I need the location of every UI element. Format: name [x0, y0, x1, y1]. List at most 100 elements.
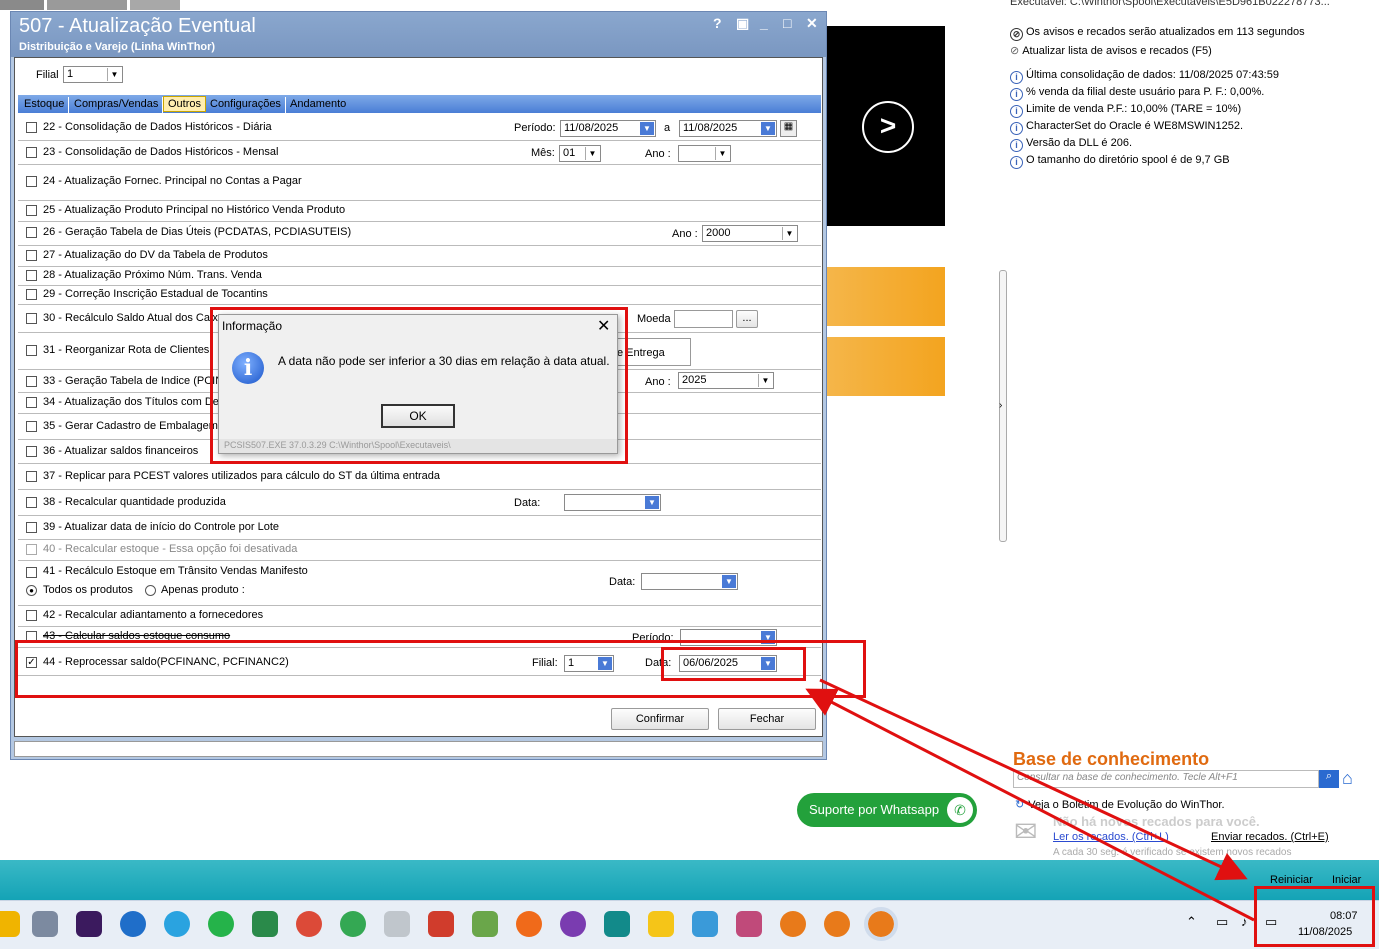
option-22-label: 22 - Consolidação de Dados Históricos - …: [43, 121, 272, 133]
app-icon[interactable]: [692, 911, 718, 937]
data-41-select[interactable]: ▼: [641, 573, 738, 590]
status-bar: [14, 741, 823, 757]
refresh-link[interactable]: ⊘ Atualizar lista de avisos e recados (F5…: [1010, 44, 1212, 57]
radio-specific-product[interactable]: [145, 585, 156, 596]
whatsapp-label: Suporte por Whatsapp: [809, 802, 940, 817]
calendar-icon[interactable]: ▦: [780, 120, 797, 137]
whatsapp-app-icon[interactable]: [208, 911, 234, 937]
option-27-checkbox[interactable]: [26, 250, 37, 261]
info-item: i CharacterSet do Oracle é WE8MSWIN1252.: [1010, 120, 1243, 135]
option-33-checkbox[interactable]: [26, 376, 37, 387]
option-23-checkbox[interactable]: [26, 147, 37, 158]
ano-2000-select[interactable]: 2000 ▼: [702, 225, 798, 242]
compass-icon[interactable]: [516, 911, 542, 937]
radio-all-products[interactable]: ●: [26, 585, 37, 596]
winthor-icon[interactable]: [864, 907, 898, 941]
mes-select[interactable]: 01 ▼: [559, 145, 601, 162]
ano-label: Ano :: [672, 228, 698, 240]
option-36-checkbox[interactable]: [26, 446, 37, 457]
minimize-icon[interactable]: _: [760, 15, 768, 31]
star-icon[interactable]: [648, 911, 674, 937]
remote-desktop-icon[interactable]: [384, 911, 410, 937]
chevron-up-icon[interactable]: ⌃: [1186, 914, 1197, 930]
periodo-from-date[interactable]: 11/08/2025 ▼: [560, 120, 656, 137]
moeda-input[interactable]: [674, 310, 733, 328]
tab-outros[interactable]: Outros: [163, 96, 207, 112]
ano-2025-select[interactable]: 2025 ▼: [678, 372, 774, 389]
option-42-checkbox[interactable]: [26, 610, 37, 621]
option-31-checkbox[interactable]: [26, 345, 37, 356]
heart-app-icon[interactable]: [76, 911, 102, 937]
app-icon[interactable]: [472, 911, 498, 937]
read-messages-link[interactable]: Ler os recados. (Ctrl+L): [1053, 831, 1169, 843]
periodo-to-date[interactable]: 11/08/2025 ▼: [679, 120, 777, 137]
telegram-icon[interactable]: [164, 911, 190, 937]
tab-configuracoes[interactable]: Configurações: [206, 97, 286, 113]
option-41-checkbox[interactable]: [26, 567, 37, 578]
chevron-right-icon[interactable]: ›: [999, 400, 1002, 411]
chrome-icon[interactable]: [340, 911, 366, 937]
whatsapp-support-button[interactable]: Suporte por Whatsapp ✆: [797, 793, 977, 827]
chevron-down-icon[interactable]: ▼: [715, 147, 729, 160]
send-messages-link[interactable]: Enviar recados. (Ctrl+E): [1211, 831, 1329, 843]
search-icon[interactable]: ⌕: [1319, 770, 1339, 788]
chevron-down-icon[interactable]: ▼: [758, 374, 772, 387]
option-25-checkbox[interactable]: [26, 205, 37, 216]
chatgpt-icon[interactable]: [604, 911, 630, 937]
option-39-checkbox[interactable]: [26, 522, 37, 533]
option-22-checkbox[interactable]: [26, 122, 37, 133]
chevron-down-icon[interactable]: ▼: [645, 496, 659, 509]
github-icon[interactable]: [560, 911, 586, 937]
chat-app-icon[interactable]: [252, 911, 278, 937]
database-icon[interactable]: [736, 911, 762, 937]
file-explorer-icon[interactable]: [0, 911, 20, 937]
chevron-down-icon[interactable]: ▼: [722, 575, 736, 588]
option-37-checkbox[interactable]: [26, 471, 37, 482]
refresh-text[interactable]: Atualizar lista de avisos e recados (F5): [1022, 45, 1212, 57]
highlight-date-field: [661, 647, 806, 681]
moeda-lookup-button[interactable]: ...: [736, 310, 758, 328]
chevron-down-icon[interactable]: ▼: [761, 122, 775, 135]
data-38-select[interactable]: ▼: [564, 494, 661, 511]
option-34-checkbox[interactable]: [26, 397, 37, 408]
option-24-checkbox[interactable]: [26, 176, 37, 187]
home-icon[interactable]: ⌂: [1342, 769, 1364, 789]
chevron-down-icon[interactable]: ▼: [585, 147, 599, 160]
restart-button[interactable]: Reiniciar: [1270, 874, 1313, 886]
restore-icon[interactable]: ▣: [736, 15, 749, 32]
calculator-icon[interactable]: [32, 911, 58, 937]
bulletin-text[interactable]: Veja o Boletim de Evolução do WinThor.: [1028, 799, 1224, 811]
chevron-down-icon[interactable]: ▼: [782, 227, 796, 240]
option-29-checkbox[interactable]: [26, 289, 37, 300]
bulletin-link[interactable]: ↻ Veja o Boletim de Evolução do WinThor.: [1015, 798, 1225, 811]
close-icon[interactable]: ✕: [806, 15, 818, 32]
start-button[interactable]: Iniciar: [1332, 874, 1361, 886]
winthor-icon[interactable]: [780, 911, 806, 937]
filial-select[interactable]: 1 ▼: [63, 66, 123, 83]
tab-estoque[interactable]: Estoque: [20, 97, 70, 113]
info-icon: i: [1010, 156, 1023, 169]
option-35-checkbox[interactable]: [26, 421, 37, 432]
maximize-icon[interactable]: □: [783, 15, 791, 31]
kb-search-input[interactable]: Consultar na base de conhecimento. Tecle…: [1013, 770, 1319, 788]
chevron-down-icon[interactable]: ▼: [640, 122, 654, 135]
option-row-29: 29 - Correção Inscrição Estadual de Toca…: [18, 286, 821, 305]
network-icon[interactable]: ▭: [1216, 914, 1228, 930]
ano-select[interactable]: ▼: [678, 145, 731, 162]
app-icon[interactable]: [120, 911, 146, 937]
chrome-icon[interactable]: [296, 911, 322, 937]
chevron-down-icon[interactable]: ▼: [107, 68, 121, 81]
tab-compras-vendas[interactable]: Compras/Vendas: [70, 97, 164, 113]
app-icon[interactable]: [428, 911, 454, 937]
option-26-checkbox[interactable]: [26, 227, 37, 238]
volume-icon[interactable]: ♪: [1241, 914, 1248, 929]
option-38-checkbox[interactable]: [26, 497, 37, 508]
winthor-icon[interactable]: [824, 911, 850, 937]
close-button[interactable]: Fechar: [718, 708, 816, 730]
tab-andamento[interactable]: Andamento: [286, 97, 350, 113]
option-30-checkbox[interactable]: [26, 313, 37, 324]
next-arrow-icon[interactable]: >: [862, 101, 914, 153]
confirm-button[interactable]: Confirmar: [611, 708, 709, 730]
option-28-checkbox[interactable]: [26, 270, 37, 281]
help-icon[interactable]: ?: [713, 15, 722, 31]
